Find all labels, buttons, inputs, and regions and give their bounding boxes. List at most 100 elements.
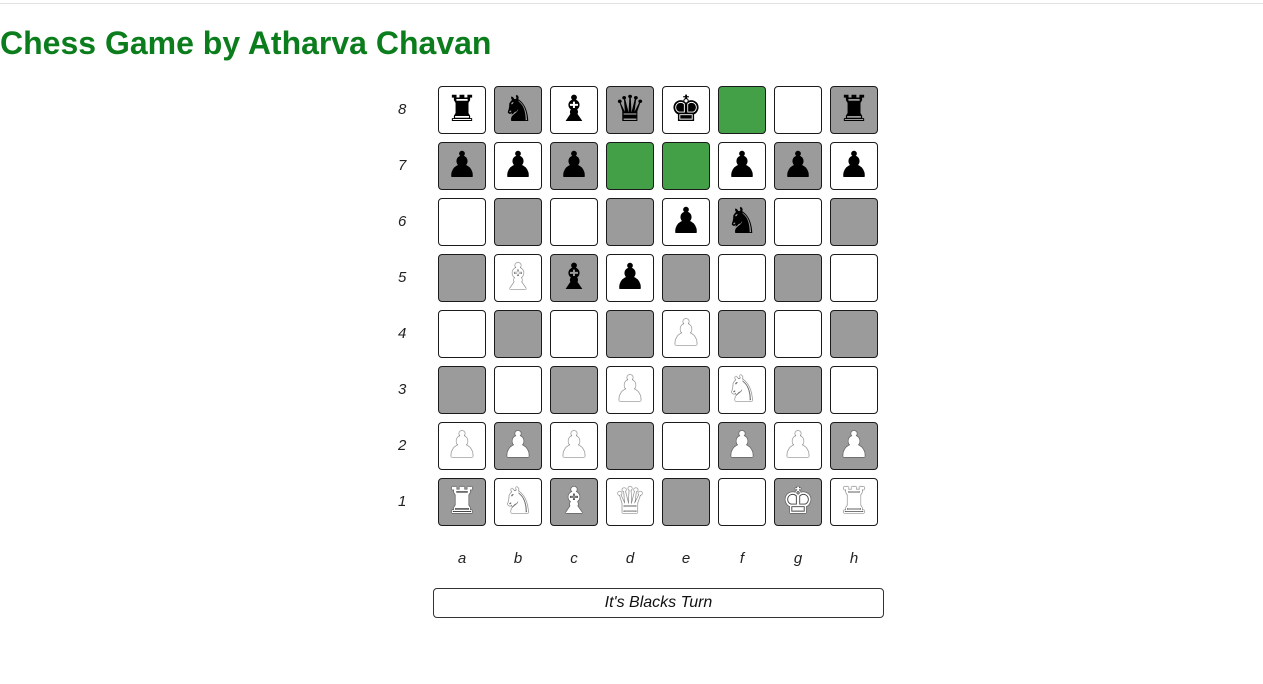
square-h7[interactable]: ♟	[830, 142, 878, 190]
rank-label-2: 2	[398, 437, 407, 454]
square-f6[interactable]: ♞	[718, 198, 766, 246]
white-rook-icon[interactable]: ♜	[838, 484, 870, 520]
black-pawn-icon[interactable]: ♟	[670, 204, 702, 240]
square-b7[interactable]: ♟	[494, 142, 542, 190]
square-g4[interactable]	[774, 310, 822, 358]
square-c3[interactable]	[550, 366, 598, 414]
black-knight-icon[interactable]: ♞	[726, 204, 758, 240]
square-g7[interactable]: ♟	[774, 142, 822, 190]
white-pawn-icon[interactable]: ♟	[726, 428, 758, 464]
square-c8[interactable]: ♝	[550, 86, 598, 134]
black-rook-icon[interactable]: ♜	[838, 92, 870, 128]
square-b2[interactable]: ♟	[494, 422, 542, 470]
white-bishop-icon[interactable]: ♝	[502, 260, 534, 296]
square-g2[interactable]: ♟	[774, 422, 822, 470]
black-king-icon[interactable]: ♚	[670, 92, 702, 128]
black-pawn-icon[interactable]: ♟	[614, 260, 646, 296]
square-g5[interactable]	[774, 254, 822, 302]
black-pawn-icon[interactable]: ♟	[726, 148, 758, 184]
square-a1[interactable]: ♜	[438, 478, 486, 526]
white-pawn-icon[interactable]: ♟	[670, 316, 702, 352]
square-b6[interactable]	[494, 198, 542, 246]
black-pawn-icon[interactable]: ♟	[446, 148, 478, 184]
square-c5[interactable]: ♝	[550, 254, 598, 302]
square-c4[interactable]	[550, 310, 598, 358]
square-g6[interactable]	[774, 198, 822, 246]
square-h2[interactable]: ♟	[830, 422, 878, 470]
square-d5[interactable]: ♟	[606, 254, 654, 302]
square-e5[interactable]	[662, 254, 710, 302]
square-d6[interactable]	[606, 198, 654, 246]
square-b3[interactable]	[494, 366, 542, 414]
square-h5[interactable]	[830, 254, 878, 302]
black-queen-icon[interactable]: ♛	[614, 92, 646, 128]
square-f2[interactable]: ♟	[718, 422, 766, 470]
square-d2[interactable]	[606, 422, 654, 470]
square-e3[interactable]	[662, 366, 710, 414]
black-pawn-icon[interactable]: ♟	[558, 148, 590, 184]
white-bishop-icon[interactable]: ♝	[558, 484, 590, 520]
white-rook-icon[interactable]: ♜	[446, 484, 478, 520]
square-d8[interactable]: ♛	[606, 86, 654, 134]
square-g3[interactable]	[774, 366, 822, 414]
square-h3[interactable]	[830, 366, 878, 414]
white-knight-icon[interactable]: ♞	[502, 484, 534, 520]
square-d3[interactable]: ♟	[606, 366, 654, 414]
square-e7[interactable]	[662, 142, 710, 190]
square-a4[interactable]	[438, 310, 486, 358]
square-a3[interactable]	[438, 366, 486, 414]
square-f4[interactable]	[718, 310, 766, 358]
white-pawn-icon[interactable]: ♟	[446, 428, 478, 464]
square-d4[interactable]	[606, 310, 654, 358]
square-a6[interactable]	[438, 198, 486, 246]
black-rook-icon[interactable]: ♜	[446, 92, 478, 128]
square-e8[interactable]: ♚	[662, 86, 710, 134]
square-f3[interactable]: ♞	[718, 366, 766, 414]
square-b4[interactable]	[494, 310, 542, 358]
file-label-a: a	[457, 550, 467, 567]
square-h6[interactable]	[830, 198, 878, 246]
square-c6[interactable]	[550, 198, 598, 246]
black-knight-icon[interactable]: ♞	[502, 92, 534, 128]
black-bishop-icon[interactable]: ♝	[558, 92, 590, 128]
square-b1[interactable]: ♞	[494, 478, 542, 526]
square-f5[interactable]	[718, 254, 766, 302]
white-pawn-icon[interactable]: ♟	[502, 428, 534, 464]
square-f1[interactable]	[718, 478, 766, 526]
black-bishop-icon[interactable]: ♝	[558, 260, 590, 296]
square-g8[interactable]	[774, 86, 822, 134]
square-a7[interactable]: ♟	[438, 142, 486, 190]
square-c7[interactable]: ♟	[550, 142, 598, 190]
square-d1[interactable]: ♛	[606, 478, 654, 526]
white-pawn-icon[interactable]: ♟	[614, 372, 646, 408]
square-a2[interactable]: ♟	[438, 422, 486, 470]
square-c1[interactable]: ♝	[550, 478, 598, 526]
white-pawn-icon[interactable]: ♟	[558, 428, 590, 464]
black-pawn-icon[interactable]: ♟	[502, 148, 534, 184]
square-g1[interactable]: ♚	[774, 478, 822, 526]
rank-label-6: 6	[398, 213, 407, 230]
black-pawn-icon[interactable]: ♟	[782, 148, 814, 184]
square-c2[interactable]: ♟	[550, 422, 598, 470]
rank-label-1: 1	[398, 493, 407, 510]
square-e2[interactable]	[662, 422, 710, 470]
square-a8[interactable]: ♜	[438, 86, 486, 134]
white-pawn-icon[interactable]: ♟	[838, 428, 870, 464]
square-b5[interactable]: ♝	[494, 254, 542, 302]
white-knight-icon[interactable]: ♞	[726, 372, 758, 408]
square-h1[interactable]: ♜	[830, 478, 878, 526]
white-pawn-icon[interactable]: ♟	[782, 428, 814, 464]
square-e4[interactable]: ♟	[662, 310, 710, 358]
square-f8[interactable]	[718, 86, 766, 134]
black-pawn-icon[interactable]: ♟	[838, 148, 870, 184]
white-king-icon[interactable]: ♚	[782, 484, 814, 520]
square-f7[interactable]: ♟	[718, 142, 766, 190]
square-a5[interactable]	[438, 254, 486, 302]
square-h8[interactable]: ♜	[830, 86, 878, 134]
square-e1[interactable]	[662, 478, 710, 526]
white-queen-icon[interactable]: ♛	[614, 484, 646, 520]
square-e6[interactable]: ♟	[662, 198, 710, 246]
square-b8[interactable]: ♞	[494, 86, 542, 134]
square-d7[interactable]	[606, 142, 654, 190]
square-h4[interactable]	[830, 310, 878, 358]
